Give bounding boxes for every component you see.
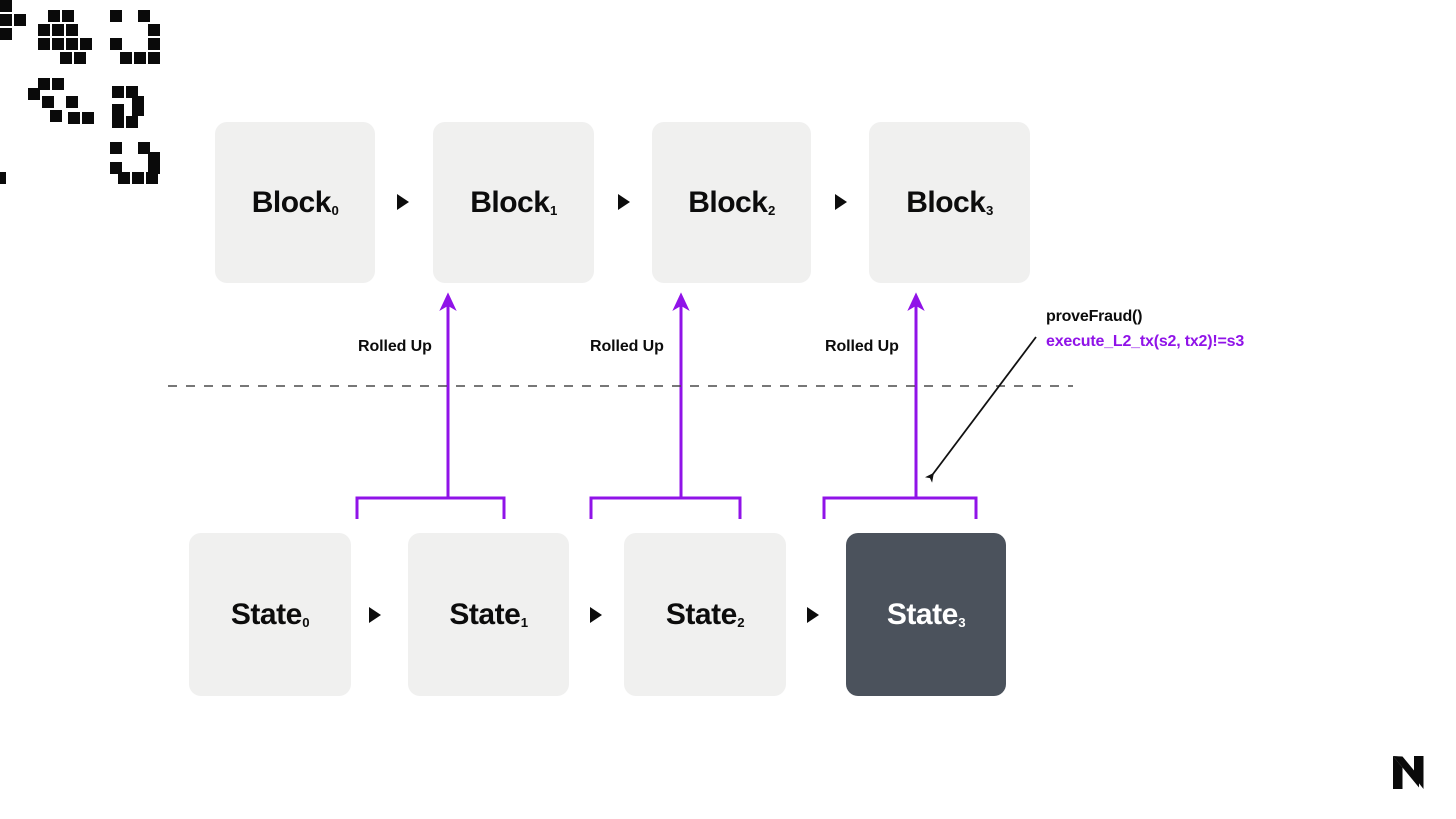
node-block-2-label: Block2 — [688, 185, 776, 219]
block-chain-arrow-2 — [835, 194, 847, 210]
rollup-connector-2 — [589, 292, 742, 519]
node-block-0[interactable]: Block0 — [215, 122, 375, 283]
rolled-up-label-3: Rolled Up — [825, 338, 899, 355]
rolled-up-label-1: Rolled Up — [358, 338, 432, 355]
node-state-2-label: State2 — [665, 597, 745, 631]
node-block-2[interactable]: Block2 — [652, 122, 811, 283]
state-chain-arrow-2 — [807, 607, 819, 623]
node-block-1-label: Block1 — [470, 185, 558, 219]
node-state-1-label: State1 — [449, 597, 529, 631]
prove-fraud-arrow — [924, 336, 1037, 483]
rolled-up-label-2: Rolled Up — [590, 338, 664, 355]
node-state-1[interactable]: State1 — [408, 533, 569, 696]
node-state-3[interactable]: State3 — [846, 533, 1006, 696]
node-state-0[interactable]: State0 — [189, 533, 351, 696]
prove-fraud-annotation: proveFraud() execute_L2_tx(s2, tx2)!=s3 — [1046, 305, 1244, 355]
rollup-connector-3 — [822, 292, 978, 519]
block-chain-arrow-1 — [618, 194, 630, 210]
node-state-3-label: State3 — [886, 597, 966, 631]
node-block-3-label: Block3 — [906, 185, 994, 219]
node-block-0-label: Block0 — [251, 185, 339, 219]
prove-fraud-function-label: proveFraud() — [1046, 308, 1143, 325]
node-state-0-label: State0 — [230, 597, 310, 631]
state-chain-arrow-0 — [369, 607, 381, 623]
block-chain-arrow-0 — [397, 194, 409, 210]
node-block-3[interactable]: Block3 — [869, 122, 1030, 283]
state-chain-arrow-1 — [590, 607, 602, 623]
nil-logo-icon — [1393, 756, 1424, 789]
pixel-decoration-icon — [0, 0, 160, 184]
rollup-connector-1 — [355, 292, 506, 519]
prove-fraud-expression-label: execute_L2_tx(s2, tx2)!=s3 — [1046, 332, 1245, 350]
node-block-1[interactable]: Block1 — [433, 122, 594, 283]
diagram-canvas: Block0 Block1 Block2 Block3 Rolled Up Ro… — [0, 0, 1456, 819]
node-state-2[interactable]: State2 — [624, 533, 786, 696]
